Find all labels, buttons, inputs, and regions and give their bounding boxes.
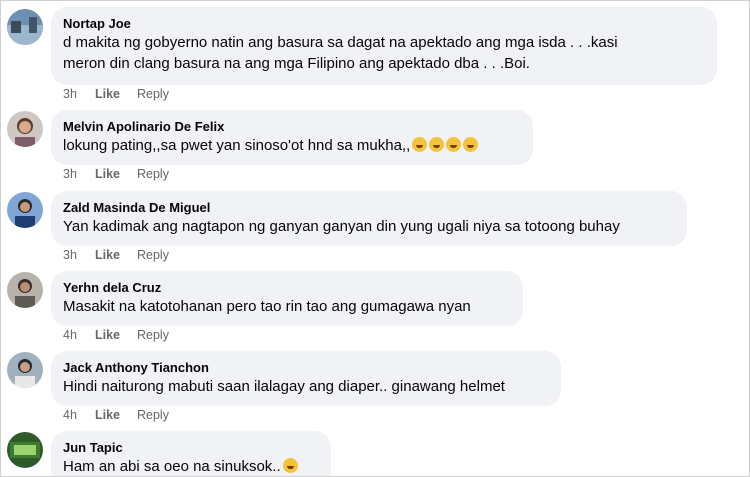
comment-bubble: Zald Masinda De Miguel Yan kadimak ang n… (51, 191, 687, 246)
comment-text: Yan kadimak ang nagtapon ng ganyan ganya… (63, 218, 620, 235)
reply-button[interactable]: Reply (137, 328, 169, 342)
comment-meta: 3h Like Reply (63, 87, 169, 101)
comment-bubble: Jack Anthony Tianchon Hindi naiturong ma… (51, 351, 561, 406)
rofl-emoji-icon (412, 137, 428, 152)
comment-text: d makita ng gobyerno natin ang basura sa… (63, 34, 618, 51)
comment-time[interactable]: 3h (63, 167, 95, 181)
avatar[interactable] (7, 272, 43, 308)
like-button[interactable]: Like (95, 248, 137, 262)
comment-time[interactable]: 3h (63, 87, 95, 101)
comment-meta: 3h Like Reply (63, 167, 169, 181)
comment-time[interactable]: 4h (63, 408, 95, 422)
comment-author[interactable]: Zald Masinda De Miguel (63, 199, 675, 216)
reply-button[interactable]: Reply (137, 248, 169, 262)
comment-bubble: Nortap Joe d makita ng gobyerno natin an… (51, 7, 717, 85)
avatar[interactable] (7, 111, 43, 147)
grimace-emoji-icon (282, 458, 298, 473)
reply-button[interactable]: Reply (137, 408, 169, 422)
avatar[interactable] (7, 352, 43, 388)
like-button[interactable]: Like (95, 87, 137, 101)
like-button[interactable]: Like (95, 167, 137, 181)
rofl-emoji-icon (463, 137, 479, 152)
comment-author[interactable]: Yerhn dela Cruz (63, 279, 511, 296)
rofl-emoji-icon (429, 137, 445, 152)
comment-text-content: Ham an abi sa oeo na sinuksok.. (63, 458, 281, 475)
reply-button[interactable]: Reply (137, 167, 169, 181)
reply-button[interactable]: Reply (137, 87, 169, 101)
comment-text: meron din clang basura na ang mga Filipi… (63, 55, 530, 72)
avatar[interactable] (7, 432, 43, 468)
comment-text: Ham an abi sa oeo na sinuksok.. (63, 456, 319, 476)
comment-text: lokung pating,,sa pwet yan sinoso'ot hnd… (63, 135, 521, 156)
comment-meta: 4h Like Reply (63, 328, 169, 342)
comment-meta: 4h Like Reply (63, 408, 169, 422)
comment-author[interactable]: Melvin Apolinario De Felix (63, 118, 521, 135)
comment-bubble: Jun Tapic Ham an abi sa oeo na sinuksok.… (51, 431, 331, 476)
comment-text: Hindi naiturong mabuti saan ilalagay ang… (63, 378, 505, 395)
comment-bubble: Yerhn dela Cruz Masakit na katotohanan p… (51, 271, 523, 326)
comment-text: Masakit na katotohanan pero tao rin tao … (63, 298, 471, 315)
comment-bubble: Melvin Apolinario De Felix lokung pating… (51, 110, 533, 165)
comment-author[interactable]: Nortap Joe (63, 15, 705, 32)
comments-panel: Nortap Joe d makita ng gobyerno natin an… (0, 0, 750, 477)
comment-time[interactable]: 3h (63, 248, 95, 262)
avatar[interactable] (7, 192, 43, 228)
comment-author[interactable]: Jun Tapic (63, 439, 319, 456)
comment-author[interactable]: Jack Anthony Tianchon (63, 359, 549, 376)
rofl-emoji-icon (446, 137, 462, 152)
like-button[interactable]: Like (95, 408, 137, 422)
comment-meta: 3h Like Reply (63, 248, 169, 262)
comment-text-content: lokung pating,,sa pwet yan sinoso'ot hnd… (63, 137, 411, 154)
like-button[interactable]: Like (95, 328, 137, 342)
comment-time[interactable]: 4h (63, 328, 95, 342)
avatar[interactable] (7, 9, 43, 45)
